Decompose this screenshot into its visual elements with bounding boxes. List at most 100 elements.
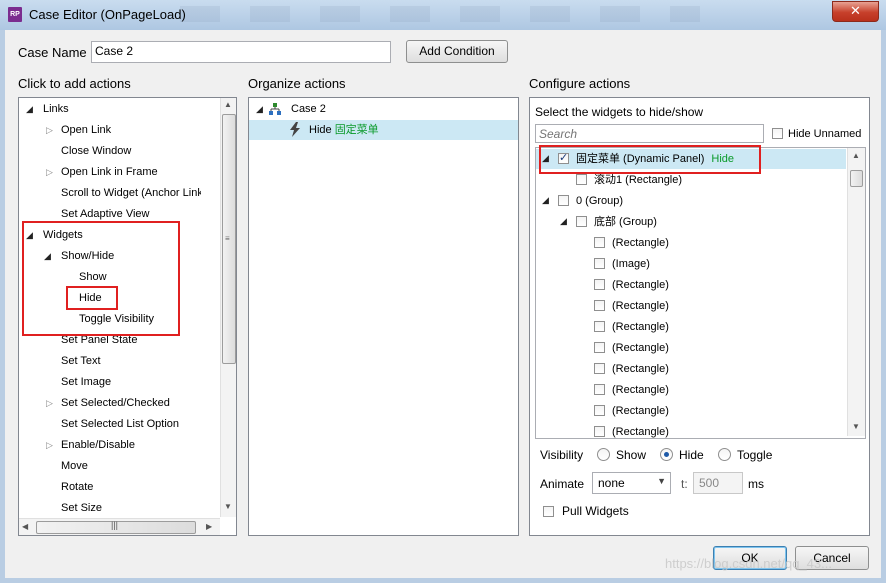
case-tree-icon: [269, 103, 281, 115]
action-target: 固定菜单: [334, 124, 379, 136]
window-border-bottom: [0, 578, 886, 583]
widget-list-scrollbar[interactable]: ▲ ▼: [847, 148, 865, 436]
hide-unnamed-checkbox[interactable]: [772, 128, 783, 139]
widget-checkbox-13[interactable]: [594, 426, 605, 437]
organize-actions-title: Organize actions: [248, 76, 346, 91]
widget-checkbox-8[interactable]: [594, 321, 605, 332]
tree-item-links[interactable]: Links: [43, 101, 69, 117]
widget-checkbox-12[interactable]: [594, 405, 605, 416]
click-to-add-actions-title: Click to add actions: [18, 76, 131, 91]
animate-select[interactable]: none ▼: [592, 472, 671, 494]
duration-t-label: t:: [681, 477, 688, 491]
annotation-red-box-hide: [66, 286, 118, 310]
tree-item-set-size[interactable]: Set Size: [61, 500, 102, 516]
organize-actions-panel: ◢ Case 2 Hide 固定菜单: [248, 97, 519, 536]
visibility-hide-radio[interactable]: [660, 448, 673, 461]
widget-row-13[interactable]: (Rectangle): [612, 424, 669, 438]
annotation-red-box-widget: [539, 145, 761, 174]
add-condition-button[interactable]: Add Condition: [406, 40, 508, 63]
visibility-show-radio[interactable]: [597, 448, 610, 461]
tree-item-move[interactable]: Move: [61, 458, 88, 474]
tree-item-set-adaptive-view[interactable]: Set Adaptive View: [61, 206, 149, 222]
scroll-down-arrow-icon[interactable]: ▼: [852, 422, 860, 431]
expanded-arrow-icon[interactable]: ◢: [26, 104, 33, 115]
widget-row-12[interactable]: (Rectangle): [612, 403, 669, 419]
tree-item-set-image[interactable]: Set Image: [61, 374, 111, 390]
scroll-up-arrow-icon[interactable]: ▲: [852, 151, 860, 160]
widget-checkbox-4[interactable]: [594, 237, 605, 248]
tree-item-rotate[interactable]: Rotate: [61, 479, 93, 495]
tree-item-enable-disable[interactable]: Enable/Disable: [61, 437, 135, 453]
window-title: Case Editor (OnPageLoad): [29, 7, 186, 22]
widget-checkbox-10[interactable]: [594, 363, 605, 374]
widget-list: ◢ 固定菜单 (Dynamic Panel) Hide 滚动1 (Rectang…: [535, 147, 866, 439]
grip-icon: ≡: [225, 234, 230, 243]
widget-row-8[interactable]: (Rectangle): [612, 319, 669, 335]
hide-unnamed-label: Hide Unnamed: [788, 128, 862, 140]
chevron-down-icon: ▼: [657, 476, 666, 486]
widget-search-input[interactable]: [535, 124, 764, 143]
visibility-label: Visibility: [540, 448, 584, 462]
collapsed-arrow-icon[interactable]: ▷: [46, 440, 53, 451]
watermark-text: https://blog.csdn.net/qq_43...: [665, 556, 832, 571]
widget-row-5[interactable]: (Image): [612, 256, 650, 272]
tree-item-scroll-to-widget[interactable]: Scroll to Widget (Anchor Link): [61, 185, 201, 201]
widget-row-7[interactable]: (Rectangle): [612, 298, 669, 314]
widget-row-10[interactable]: (Rectangle): [612, 361, 669, 377]
visibility-show-label: Show: [616, 448, 647, 462]
left-vertical-scrollbar[interactable]: ▲ ≡ ▼: [220, 98, 236, 517]
widget-checkbox-2[interactable]: [558, 195, 569, 206]
animate-select-value: none: [598, 476, 625, 490]
configure-actions-title: Configure actions: [529, 76, 631, 91]
expanded-arrow-icon[interactable]: ◢: [542, 195, 549, 206]
left-horizontal-scrollbar[interactable]: ◀ ||| ▶: [19, 518, 220, 535]
expanded-arrow-icon[interactable]: ◢: [560, 216, 567, 227]
visibility-hide-label: Hide: [679, 448, 704, 462]
close-window-button[interactable]: ✕: [832, 1, 879, 22]
widget-checkbox-6[interactable]: [594, 279, 605, 290]
scroll-left-arrow-icon[interactable]: ◀: [22, 522, 28, 531]
tree-item-open-link-in-frame[interactable]: Open Link in Frame: [61, 164, 158, 180]
ms-label: ms: [748, 477, 764, 491]
widget-row-1[interactable]: 滚动1 (Rectangle): [594, 172, 682, 188]
pull-widgets-checkbox[interactable]: [543, 506, 554, 517]
pull-widgets-label: Pull Widgets: [562, 504, 629, 518]
scroll-thumb[interactable]: [850, 170, 863, 187]
scroll-down-arrow-icon[interactable]: ▼: [224, 502, 232, 511]
case-name-label: Case Name: [18, 45, 87, 60]
window-border-right: [881, 30, 886, 583]
widget-row-3[interactable]: 底部 (Group): [594, 214, 657, 230]
widget-checkbox-5[interactable]: [594, 258, 605, 269]
scroll-right-arrow-icon[interactable]: ▶: [206, 522, 212, 531]
lightning-icon: [290, 122, 300, 137]
widget-checkbox-9[interactable]: [594, 342, 605, 353]
case-name-input[interactable]: Case 2: [91, 41, 391, 63]
widget-row-2[interactable]: 0 (Group): [576, 193, 623, 209]
collapsed-arrow-icon[interactable]: ▷: [46, 398, 53, 409]
animate-label: Animate: [540, 477, 585, 491]
visibility-toggle-radio[interactable]: [718, 448, 731, 461]
widget-row-9[interactable]: (Rectangle): [612, 340, 669, 356]
axure-app-icon: RP: [8, 7, 22, 22]
duration-input[interactable]: 500: [693, 472, 743, 494]
scroll-up-arrow-icon[interactable]: ▲: [224, 100, 232, 109]
tree-item-set-selected-checked[interactable]: Set Selected/Checked: [61, 395, 170, 411]
case-label[interactable]: Case 2: [291, 101, 326, 117]
visibility-toggle-label: Toggle: [737, 448, 773, 462]
tree-item-open-link[interactable]: Open Link: [61, 122, 111, 138]
tree-item-set-text[interactable]: Set Text: [61, 353, 101, 369]
widget-checkbox-11[interactable]: [594, 384, 605, 395]
expanded-arrow-icon[interactable]: ◢: [256, 104, 263, 115]
widget-checkbox-1[interactable]: [576, 174, 587, 185]
widget-row-4[interactable]: (Rectangle): [612, 235, 669, 251]
action-hide-item[interactable]: Hide 固定菜单: [309, 122, 379, 138]
collapsed-arrow-icon[interactable]: ▷: [46, 125, 53, 136]
widget-row-11[interactable]: (Rectangle): [612, 382, 669, 398]
tree-item-close-window[interactable]: Close Window: [61, 143, 131, 159]
tree-item-set-selected-list-option[interactable]: Set Selected List Option: [61, 416, 179, 432]
widget-row-6[interactable]: (Rectangle): [612, 277, 669, 293]
select-widgets-subtitle: Select the widgets to hide/show: [535, 105, 704, 119]
widget-checkbox-7[interactable]: [594, 300, 605, 311]
widget-checkbox-3[interactable]: [576, 216, 587, 227]
collapsed-arrow-icon[interactable]: ▷: [46, 167, 53, 178]
